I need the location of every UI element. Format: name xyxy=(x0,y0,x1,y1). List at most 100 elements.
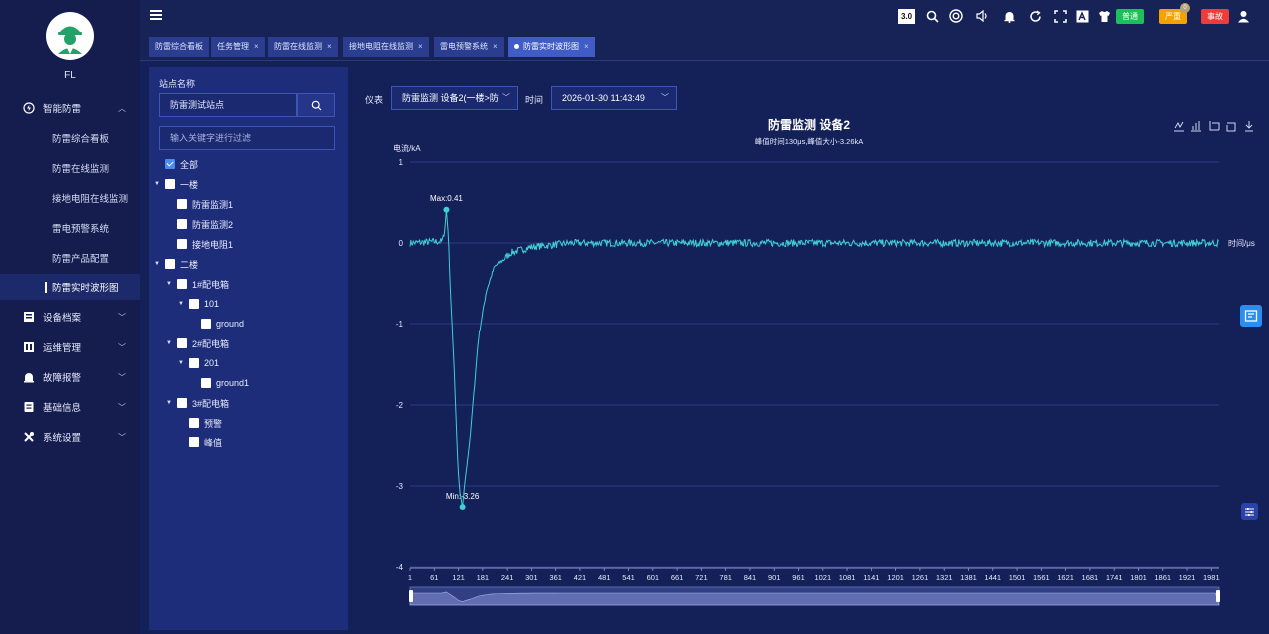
x-tick-label: 1741 xyxy=(1106,573,1123,582)
close-icon[interactable]: × xyxy=(254,42,259,51)
line-chart-icon[interactable] xyxy=(1174,121,1184,132)
sidebar-item-online-monitor[interactable]: 防雷在线监测 xyxy=(0,155,140,181)
checkbox[interactable] xyxy=(201,319,211,329)
menu-toggle-icon[interactable] xyxy=(150,10,162,20)
document-icon xyxy=(22,401,35,414)
tree-node-ground[interactable]: ground xyxy=(201,316,244,332)
crop-icon[interactable] xyxy=(1209,121,1220,131)
close-icon[interactable]: × xyxy=(493,42,498,51)
tab-dashboard[interactable]: 防雷综合看板 xyxy=(149,37,209,57)
checkbox[interactable] xyxy=(177,239,187,249)
tree-node-box3[interactable]: ▼ 3#配电箱 xyxy=(165,395,229,411)
bell-icon[interactable] xyxy=(1002,9,1016,23)
checkbox[interactable] xyxy=(165,159,175,169)
help-ring-icon[interactable] xyxy=(949,9,963,23)
datazoom-left-handle[interactable] xyxy=(409,590,413,602)
refresh-icon[interactable] xyxy=(1028,9,1042,23)
tree-node-floor1[interactable]: ▼ 一楼 xyxy=(153,176,198,192)
checkbox[interactable] xyxy=(165,179,175,189)
checkbox[interactable] xyxy=(165,259,175,269)
y-tick-label: -4 xyxy=(396,563,404,572)
tree-node-warning[interactable]: 预警 xyxy=(189,415,222,431)
nav-group-basic-info[interactable]: 基础信息 ﹀ xyxy=(0,394,140,420)
caret-down-icon[interactable]: ▼ xyxy=(165,400,173,406)
caret-down-icon[interactable]: ▼ xyxy=(165,340,173,346)
version-badge[interactable]: 3.0 xyxy=(898,9,915,24)
max-point-marker[interactable] xyxy=(443,206,450,213)
station-select[interactable]: 防雷测试站点 xyxy=(159,93,297,117)
tree-node-201[interactable]: ▼ 201 xyxy=(177,355,219,371)
x-tick-label: 1081 xyxy=(839,573,856,582)
archive-icon xyxy=(22,311,35,324)
close-icon[interactable]: × xyxy=(584,42,589,51)
tree-node-101[interactable]: ▼ 101 xyxy=(177,296,219,312)
caret-down-icon[interactable]: ▼ xyxy=(177,301,185,307)
tab-task-management[interactable]: 任务管理 × xyxy=(211,37,265,57)
tree-node-box1[interactable]: ▼ 1#配电箱 xyxy=(165,276,229,292)
caret-down-icon[interactable]: ▼ xyxy=(153,181,161,187)
avatar[interactable] xyxy=(46,12,94,60)
tree-node-grounding1[interactable]: 接地电阻1 xyxy=(177,236,233,252)
nav-group-lightning[interactable]: 智能防雷 ︿ xyxy=(0,95,140,121)
min-point-marker[interactable] xyxy=(459,504,466,511)
tree-node-monitor2[interactable]: 防雷监测2 xyxy=(177,216,233,232)
tree-node-peak[interactable]: 峰值 xyxy=(189,434,222,450)
search-icon[interactable] xyxy=(925,9,939,23)
bar-chart-icon[interactable] xyxy=(1191,121,1201,132)
waveform-chart[interactable]: 防雷监测 设备2 峰值时间130μs,峰值大小-3.26kA 电流/kA 时间/… xyxy=(348,61,1269,634)
checkbox[interactable] xyxy=(201,378,211,388)
accident-alarm-badge[interactable]: 事故 xyxy=(1201,9,1229,24)
sidebar-item-product-config[interactable]: 防雷产品配置 xyxy=(0,245,140,271)
checkbox[interactable] xyxy=(189,437,199,447)
checkbox[interactable] xyxy=(189,358,199,368)
font-size-icon[interactable] xyxy=(1075,9,1089,23)
tab-warning-system[interactable]: 雷电预警系统 × xyxy=(434,37,504,57)
nav-group-fault-alarm[interactable]: 故障报警 ﹀ xyxy=(0,364,140,390)
sidebar-item-waveform[interactable]: 防雷实时波形图 xyxy=(0,274,140,300)
close-icon[interactable]: × xyxy=(327,42,332,51)
tab-label: 接地电阻在线监测 xyxy=(349,42,413,51)
normal-alarm-badge[interactable]: 普通 xyxy=(1116,9,1144,24)
download-icon[interactable] xyxy=(1245,121,1253,132)
tree-filter-input[interactable] xyxy=(159,126,335,150)
chart-title: 防雷监测 设备2 xyxy=(768,117,850,132)
close-icon[interactable]: × xyxy=(418,42,423,51)
tab-waveform[interactable]: 防雷实时波形图 × xyxy=(508,37,595,57)
station-search-button[interactable] xyxy=(297,93,335,117)
checkbox[interactable] xyxy=(177,219,187,229)
tree-node-ground1[interactable]: ground1 xyxy=(201,375,249,391)
filter-settings-button[interactable] xyxy=(1241,503,1258,520)
tab-grounding-monitor[interactable]: 接地电阻在线监测 × xyxy=(343,37,429,57)
side-panel-button[interactable] xyxy=(1240,305,1262,327)
tree-node-floor2[interactable]: ▼ 二楼 xyxy=(153,256,198,272)
checkbox[interactable] xyxy=(177,338,187,348)
nav-group-system-settings[interactable]: 系统设置 ﹀ xyxy=(0,424,140,450)
sidebar-item-dashboard[interactable]: 防雷综合看板 xyxy=(0,125,140,151)
tree-node-all[interactable]: 全部 xyxy=(165,156,198,172)
nav-group-maintenance[interactable]: 运维管理 ﹀ xyxy=(0,334,140,360)
tree-node-label: 2#配电箱 xyxy=(192,338,230,349)
checkbox[interactable] xyxy=(189,418,199,428)
caret-down-icon[interactable]: ▼ xyxy=(177,360,185,366)
checkbox[interactable] xyxy=(177,398,187,408)
restore-icon[interactable] xyxy=(1226,122,1236,132)
top-bar: 3.0 普通 严重 0 事故 xyxy=(140,0,1269,33)
datazoom-right-handle[interactable] xyxy=(1216,590,1220,602)
sidebar-item-grounding-monitor[interactable]: 接地电阻在线监测 xyxy=(0,185,140,211)
user-icon[interactable] xyxy=(1236,9,1250,23)
caret-down-icon[interactable]: ▼ xyxy=(165,281,173,287)
waveform-series-line xyxy=(409,209,1220,508)
tree-node-monitor1[interactable]: 防雷监测1 xyxy=(177,196,233,212)
theme-shirt-icon[interactable] xyxy=(1097,9,1111,23)
nav-group-device-archive[interactable]: 设备档案 ﹀ xyxy=(0,304,140,330)
fullscreen-icon[interactable] xyxy=(1053,9,1067,23)
y-tick-label: -2 xyxy=(396,401,404,410)
checkbox[interactable] xyxy=(177,199,187,209)
sidebar-item-warning-system[interactable]: 雷电预警系统 xyxy=(0,215,140,241)
volume-icon[interactable] xyxy=(975,9,989,23)
checkbox[interactable] xyxy=(189,299,199,309)
caret-down-icon[interactable]: ▼ xyxy=(153,261,161,267)
tree-node-box2[interactable]: ▼ 2#配电箱 xyxy=(165,335,229,351)
tab-online-monitor[interactable]: 防雷在线监测 × xyxy=(268,37,338,57)
checkbox[interactable] xyxy=(177,279,187,289)
